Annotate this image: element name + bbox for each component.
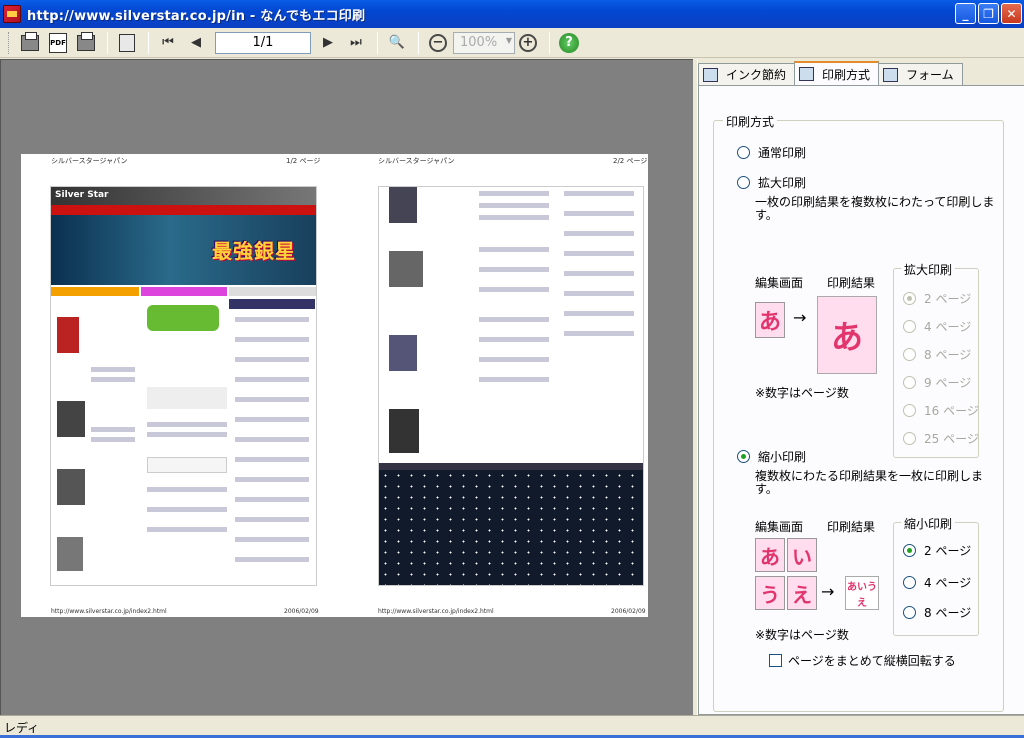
zoom-select[interactable]: 100%	[453, 31, 515, 54]
enlarge-print-radio[interactable]: 拡大印刷	[737, 174, 806, 191]
zoom-in-icon: +	[519, 33, 537, 52]
reduce-print-radio[interactable]: 縮小印刷	[737, 448, 806, 465]
zoom-tool-button[interactable]: 🔍	[384, 31, 410, 55]
page1-footer-right: 2006/02/09	[284, 608, 319, 615]
reduce-arrow-icon: →	[821, 582, 835, 601]
reduce-edit-sample-3: う	[755, 576, 785, 610]
reduce-8-pages-radio[interactable]: 8 ページ	[903, 604, 971, 621]
last-page-icon: ⏭	[350, 35, 362, 50]
first-page-button[interactable]: ⏮	[155, 31, 181, 55]
enlarge-9-pages-radio[interactable]: 9 ページ	[903, 374, 971, 391]
reduce-note: ※数字はページ数	[755, 628, 849, 642]
site-nav-bar	[51, 205, 316, 215]
normal-print-radio[interactable]: 通常印刷	[737, 144, 806, 161]
last-page-button[interactable]: ⏭	[343, 31, 369, 55]
print-preview-area[interactable]: シルバースタージャパン 1/2 ページ シルバースタージャパン 2/2 ページ …	[0, 59, 693, 715]
print-method-group-title: 印刷方式	[723, 113, 778, 130]
next-page-icon: ▶	[323, 35, 333, 50]
tab-form[interactable]: フォーム	[878, 63, 963, 85]
print-method-icon	[799, 67, 815, 81]
enlarge-2-pages-radio[interactable]: 2 ページ	[903, 290, 971, 307]
form-icon	[883, 67, 899, 82]
help-icon: ?	[559, 32, 579, 53]
page1-thumbnail: Silver Star 最強銀星	[50, 186, 317, 586]
help-button[interactable]: ?	[556, 31, 582, 55]
printer-icon	[21, 31, 39, 51]
pdf-button[interactable]: PDF	[45, 31, 71, 55]
reduce-2-pages-radio[interactable]: 2 ページ	[903, 542, 971, 559]
magnifier-icon: 🔍	[388, 35, 406, 50]
page2-footer-left: http://www.silverstar.co.jp/index2.html	[378, 608, 494, 615]
enlarge-description: 一枚の印刷結果を複数枚にわたって印刷します。	[755, 195, 995, 222]
toolbar: PDF ⏮ ◀ 1/1 ▶ ⏭ 🔍 − 100% + ?	[0, 28, 1024, 58]
page2-header-left: シルバースタージャパン	[378, 157, 455, 165]
enlarge-edit-sample: あ	[755, 302, 785, 338]
first-page-icon: ⏮	[162, 35, 174, 50]
reduce-pages-title: 縮小印刷	[901, 515, 956, 532]
minimize-button[interactable]: _	[955, 3, 976, 24]
page-select-button[interactable]	[114, 31, 140, 55]
reduce-description: 複数枚にわたる印刷結果を一枚に印刷します。	[755, 469, 984, 496]
enlarge-8-pages-radio[interactable]: 8 ページ	[903, 346, 971, 363]
prev-page-icon: ◀	[191, 35, 201, 50]
prev-page-button[interactable]: ◀	[183, 31, 209, 55]
zoom-out-icon: −	[429, 33, 447, 52]
reduce-result-label: 印刷結果	[827, 520, 876, 534]
site-banner: 最強銀星	[51, 215, 316, 285]
window-title: http://www.silverstar.co.jp/in - なんでもエコ印…	[27, 8, 366, 24]
rotate-pages-checkbox[interactable]: ページをまとめて縦横回転する	[769, 652, 956, 669]
page2-thumbnail	[378, 186, 644, 586]
preview-paper: シルバースタージャパン 1/2 ページ シルバースタージャパン 2/2 ページ …	[21, 154, 648, 617]
restore-button[interactable]: ❐	[978, 3, 999, 24]
tab-print-method[interactable]: 印刷方式	[794, 61, 880, 85]
print-settings-button[interactable]	[73, 31, 99, 55]
enlarge-result-sample: あ	[817, 296, 877, 374]
ink-saving-icon	[703, 67, 718, 82]
close-button[interactable]: ✕	[1001, 3, 1022, 24]
reduce-edit-label: 編集画面	[755, 520, 804, 534]
settings-panel: インク節約 印刷方式 フォーム 印刷方式 通常印刷 拡大印刷 一枚の印刷結果を複…	[697, 59, 1024, 715]
page1-header-right: 1/2 ページ	[286, 157, 321, 165]
app-icon	[3, 5, 21, 23]
reduce-4-pages-radio[interactable]: 4 ページ	[903, 574, 971, 591]
banner-logo: 最強銀星	[212, 239, 296, 263]
site-logo: Silver Star	[55, 190, 109, 200]
enlarge-16-pages-radio[interactable]: 16 ページ	[903, 402, 979, 419]
enlarge-4-pages-radio[interactable]: 4 ページ	[903, 318, 971, 335]
page-number-input[interactable]: 1/1	[215, 31, 311, 54]
enlarge-result-label: 印刷結果	[827, 276, 876, 290]
print-method-page: 印刷方式 通常印刷 拡大印刷 一枚の印刷結果を複数枚にわたって印刷します。 編集…	[698, 85, 1024, 715]
toolbar-grip	[8, 31, 11, 54]
reduce-edit-sample-4: え	[787, 576, 817, 610]
pdf-icon: PDF	[49, 32, 67, 53]
page2-header-right: 2/2 ページ	[613, 157, 648, 165]
title-bar: http://www.silverstar.co.jp/in - なんでもエコ印…	[0, 0, 1024, 28]
tab-ink-saving[interactable]: インク節約	[698, 63, 796, 85]
enlarge-pages-title: 拡大印刷	[901, 261, 956, 278]
reduce-edit-sample-2: い	[787, 538, 817, 572]
enlarge-25-pages-radio[interactable]: 25 ページ	[903, 430, 979, 447]
next-page-button[interactable]: ▶	[315, 31, 341, 55]
page1-header-left: シルバースタージャパン	[51, 157, 128, 165]
printer-settings-icon	[77, 31, 95, 51]
page1-footer-left: http://www.silverstar.co.jp/index2.html	[51, 608, 167, 615]
page2-footer-right: 2006/02/09	[611, 608, 646, 615]
enlarge-note: ※数字はページ数	[755, 386, 849, 400]
zoom-in-button[interactable]: +	[515, 31, 541, 55]
zoom-out-button[interactable]: −	[425, 31, 451, 55]
status-text: レディ	[4, 720, 40, 735]
enlarge-arrow-icon: →	[793, 308, 807, 327]
reduce-edit-sample-1: あ	[755, 538, 785, 572]
enlarge-edit-label: 編集画面	[755, 276, 804, 290]
starfield-image	[379, 470, 643, 585]
page-icon	[119, 33, 135, 52]
reduce-result-sample: あいうえ	[845, 576, 879, 610]
print-button[interactable]	[17, 31, 43, 55]
